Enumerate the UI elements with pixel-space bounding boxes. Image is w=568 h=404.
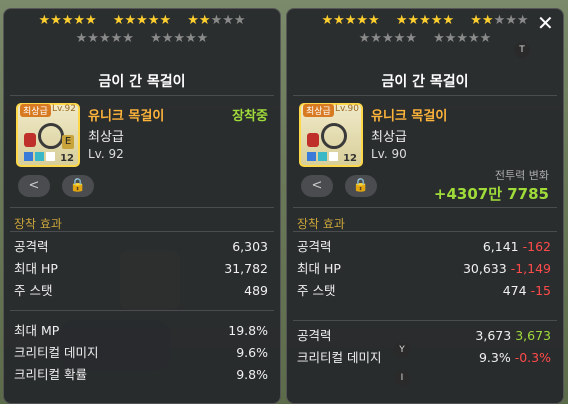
socket-icon [307, 152, 316, 161]
section-header: 장착 효과 [297, 217, 345, 231]
lock-icon [24, 133, 36, 147]
equipped-item-tooltip: ★★★★★ ★★★★★ ★★★★★ ★★★★★ ★★★★★ 금이 간 목걸이 최… [3, 8, 281, 404]
item-type: 유니크 목걸이 [88, 109, 165, 124]
item-grade: 최상급 [371, 130, 407, 145]
star-icon: ★★ [470, 13, 494, 28]
item-icon: 최상급 Lv.92 E 12 [16, 103, 80, 167]
star-group: ★★★★★ [470, 13, 528, 28]
compare-item-tooltip: ★★★★★ ★★★★★ ★★★★★ ★★★★★ ★★★★★ 금이 간 목걸이 최… [286, 8, 564, 404]
divider [293, 95, 557, 96]
equip-badge: E [62, 135, 74, 149]
stat-diff: -1,149 [510, 261, 551, 276]
stat-diff: -162 [522, 239, 551, 254]
equipped-label: 장착중 [232, 109, 268, 124]
stat-row: 크리티컬 데미지 9.6% [14, 345, 268, 360]
stat-diff: 3,673 [515, 328, 551, 343]
combat-power-label: 전투력 변화 [494, 169, 549, 182]
star-empty-icon: ★★★★★ [75, 31, 134, 46]
star-force-row: ★★★★★ ★★★★★ ★★★★★ [4, 14, 280, 28]
divider [10, 207, 274, 208]
lock-icon: 🔒 [69, 178, 87, 193]
socket-icon [318, 152, 327, 161]
star-group: ★★★★★ [38, 13, 96, 28]
stat-row: 크리티컬 확률 9.8% [14, 367, 268, 382]
divider [10, 95, 274, 96]
stat-diff: -15 [530, 283, 551, 298]
star-group: ★★★★★ [187, 13, 245, 28]
tier-badge: 최상급 [20, 104, 51, 117]
icon-level: Lv.92 [52, 104, 76, 114]
necklace-icon [321, 123, 347, 149]
star-icon: ★★★★★ [395, 13, 455, 28]
close-button[interactable]: ✕ [537, 13, 554, 33]
star-icon: ★★★★★ [321, 13, 380, 28]
star-empty-icon: ★★★ [210, 13, 246, 28]
star-icon: ★★★★★ [38, 13, 97, 28]
share-icon: < [311, 178, 323, 193]
star-icon: ★★★★★ [112, 13, 172, 28]
item-name: 금이 간 목걸이 [98, 74, 186, 90]
star-group: ★★★★★ [113, 13, 171, 28]
stat-row: 크리티컬 데미지 9.3% -0.3% [297, 350, 551, 365]
stat-row: 공격력 6,141 -162 [297, 239, 551, 254]
star-empty-icon: ★★★ [493, 13, 529, 28]
stat-row: 최대 HP 30,633 -1,149 [297, 261, 551, 276]
lock-icon: 🔒 [352, 178, 370, 193]
stats-sub: 최대 MP 19.8% 크리티컬 데미지 9.6% 크리티컬 확률 9.8% [14, 320, 268, 386]
share-icon: < [28, 178, 40, 193]
tier-badge: 최상급 [303, 104, 334, 117]
share-button[interactable]: < [18, 175, 50, 197]
divider [293, 231, 557, 232]
stats-main: 공격력 6,303 최대 HP 31,782 주 스탯 489 [14, 236, 268, 302]
key-hint-i: I [394, 370, 410, 386]
lock-button[interactable]: 🔒 [62, 175, 94, 197]
star-icon: ★★ [187, 13, 211, 28]
icon-level: Lv.90 [335, 104, 359, 114]
lock-icon [307, 133, 319, 147]
star-empty-icon: ★★★★★ [150, 31, 209, 46]
star-force-row: ★★★★★ ★★★★★ [4, 32, 280, 46]
socket-icon [329, 152, 338, 161]
share-button[interactable]: < [301, 175, 333, 197]
key-hint-y: Y [394, 342, 410, 358]
stat-row: 최대 MP 19.8% [14, 323, 268, 338]
stat-row: 공격력 6,303 [14, 239, 268, 254]
item-level: Lv. 92 [88, 147, 124, 161]
divider [10, 310, 274, 311]
stat-row: 주 스탯 489 [14, 283, 268, 298]
stat-diff: -0.3% [514, 350, 551, 365]
stat-row: 주 스탯 474 -15 [297, 283, 551, 298]
item-level: Lv. 90 [371, 147, 407, 161]
lock-button[interactable]: 🔒 [345, 175, 377, 197]
star-force-row: ★★★★★ ★★★★★ ★★★★★ [287, 14, 563, 28]
item-name: 금이 간 목걸이 [381, 74, 469, 90]
divider [293, 320, 557, 321]
divider [293, 207, 557, 208]
stats-sub: 공격력 3,673 3,673 크리티컬 데미지 9.3% -0.3% [297, 325, 551, 369]
socket-icon [35, 152, 44, 161]
star-group: ★★★★★ [396, 13, 454, 28]
socket-icon [24, 152, 33, 161]
icon-count: 12 [60, 153, 74, 164]
section-header: 장착 효과 [14, 217, 62, 231]
item-type: 유니크 목걸이 [371, 109, 448, 124]
stats-main: 공격력 6,141 -162 최대 HP 30,633 -1,149 주 스탯 474 -1… [297, 236, 551, 302]
stat-row: 최대 HP 31,782 [14, 261, 268, 276]
key-hint-t: T [514, 42, 530, 58]
star-empty-icon: ★★★★★ [433, 31, 492, 46]
star-group: ★★★★★ [321, 13, 379, 28]
socket-icon [46, 152, 55, 161]
necklace-icon [38, 123, 64, 149]
stat-row: 공격력 3,673 3,673 [297, 328, 551, 343]
star-empty-icon: ★★★★★ [358, 31, 417, 46]
item-grade: 최상급 [88, 130, 124, 145]
item-icon: 최상급 Lv.90 12 [299, 103, 363, 167]
icon-count: 12 [343, 153, 357, 164]
combat-power-change: +4307만 7785 [433, 185, 549, 203]
divider [10, 231, 274, 232]
